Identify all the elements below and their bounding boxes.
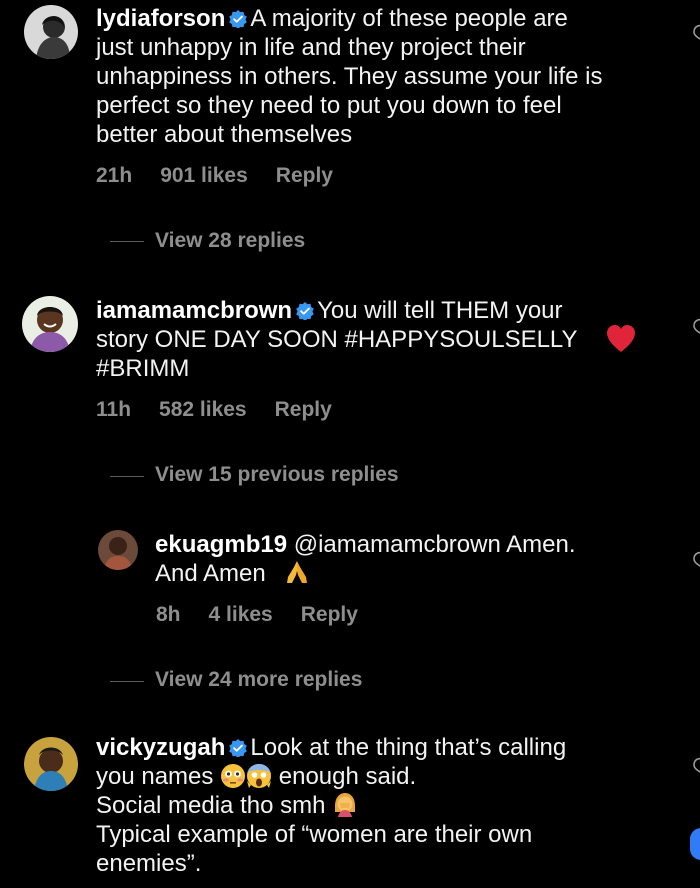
comment-meta: 8h 4 likes Reply xyxy=(156,603,386,627)
screaming-face-emoji xyxy=(246,763,272,789)
avatar[interactable] xyxy=(24,5,78,59)
thread-line xyxy=(110,241,144,242)
verified-badge-icon xyxy=(229,10,248,28)
username[interactable]: iamamamcbrown xyxy=(96,297,292,324)
flushed-face-emoji xyxy=(220,763,246,789)
verified-badge-icon xyxy=(229,739,248,757)
view-more-replies-link[interactable]: View 24 more replies xyxy=(155,668,362,692)
comment-body: vickyzugah Look at the thing that’s calli… xyxy=(96,733,686,878)
likes-count[interactable]: 901 likes xyxy=(160,164,248,187)
timestamp: 11h xyxy=(96,398,132,421)
username[interactable]: vickyzugah xyxy=(96,734,225,761)
comment-meta: 21h 901 likes Reply xyxy=(96,164,361,188)
view-previous-replies-link[interactable]: View 15 previous replies xyxy=(155,463,399,487)
heart-outline-icon[interactable] xyxy=(692,24,700,42)
username[interactable]: lydiaforson xyxy=(96,5,225,32)
verified-badge-icon xyxy=(296,302,314,320)
comment-text-line-4: Typical example of “women are their own … xyxy=(96,821,533,877)
red-heart-emoji xyxy=(606,325,636,353)
timestamp: 8h xyxy=(156,603,181,626)
reply-button[interactable]: Reply xyxy=(276,164,333,187)
comment-body: ekuagmb19 @iamamamcbrown Amen. And Amen xyxy=(155,530,675,588)
timestamp: 21h xyxy=(96,164,133,187)
avatar[interactable] xyxy=(98,530,138,570)
heart-outline-icon[interactable] xyxy=(692,318,700,336)
comment-text-line-2b: enough said. xyxy=(278,763,417,790)
heart-outline-icon[interactable] xyxy=(692,551,700,569)
comment-meta: 11h 582 likes Reply xyxy=(96,398,360,422)
comment-text-line-2a: you names xyxy=(96,763,214,790)
avatar[interactable] xyxy=(24,737,78,791)
new-message-badge[interactable] xyxy=(690,828,700,860)
thread-line xyxy=(110,476,144,477)
avatar[interactable] xyxy=(22,296,78,352)
likes-count[interactable]: 582 likes xyxy=(159,398,247,421)
heart-outline-icon[interactable] xyxy=(692,757,700,775)
comment-text-line-1: Look at the thing that’s calling xyxy=(250,734,567,761)
view-replies-link[interactable]: View 28 replies xyxy=(155,229,305,253)
reply-button[interactable]: Reply xyxy=(275,398,332,421)
comment-body: lydiaforson A majority of these people ar… xyxy=(96,4,686,149)
folded-hands-emoji xyxy=(284,559,310,585)
likes-count[interactable]: 4 likes xyxy=(209,603,273,626)
comment-body: iamamamcbrown You will tell THEM your sto… xyxy=(96,296,686,383)
comment-text-line-3: Social media tho smh xyxy=(96,792,326,819)
woman-facepalming-emoji xyxy=(332,792,358,818)
thread-line xyxy=(110,681,144,682)
reply-button[interactable]: Reply xyxy=(301,603,358,626)
comments-screen: { "comments": [ { "username": "lydiafors… xyxy=(0,0,700,888)
username[interactable]: ekuagmb19 xyxy=(155,531,287,558)
